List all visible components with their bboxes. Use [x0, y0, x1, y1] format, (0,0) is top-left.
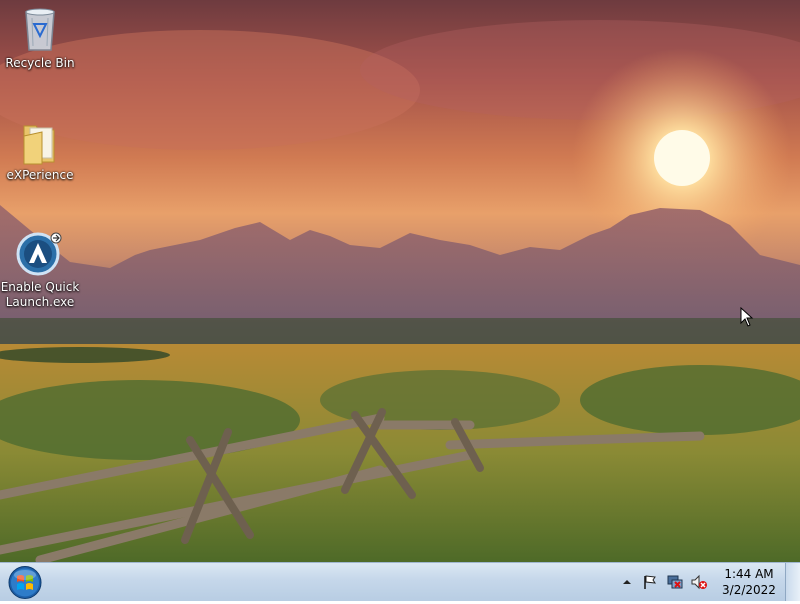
clock-time: 1:44 AM — [724, 567, 774, 581]
folder-icon — [23, 125, 55, 165]
desktop-icon-enable-quick-launch[interactable]: Enable Quick Launch.exe — [0, 230, 80, 310]
desktop-icon-recycle-bin[interactable]: Recycle Bin — [0, 6, 80, 71]
show-hidden-icons-icon[interactable] — [619, 574, 635, 590]
show-desktop-button[interactable] — [785, 563, 800, 601]
taskbar: 1:44 AM 3/2/2022 — [0, 562, 800, 601]
network-icon[interactable] — [667, 574, 683, 590]
desktop-icon-experience[interactable]: eXPerience — [0, 118, 80, 183]
volume-muted-icon[interactable] — [691, 574, 707, 590]
mouse-cursor-icon — [740, 307, 754, 327]
clock-date: 3/2/2022 — [722, 583, 776, 597]
wallpaper — [0, 20, 800, 562]
start-button[interactable] — [6, 565, 44, 600]
desktop[interactable]: Recycle Bin eXPerience Enable Quick Laun… — [0, 0, 800, 562]
experience-label: eXPerience — [6, 168, 74, 182]
windows-start-orb-icon — [8, 566, 42, 599]
enable-quick-launch-label: Enable Quick Launch.exe — [0, 280, 80, 309]
recycle-bin-label: Recycle Bin — [5, 56, 75, 70]
recycle-bin-icon — [25, 8, 55, 51]
taskbar-clock[interactable]: 1:44 AM 3/2/2022 — [718, 566, 780, 598]
autoit-script-icon — [16, 232, 62, 276]
action-center-flag-icon[interactable] — [642, 574, 658, 590]
